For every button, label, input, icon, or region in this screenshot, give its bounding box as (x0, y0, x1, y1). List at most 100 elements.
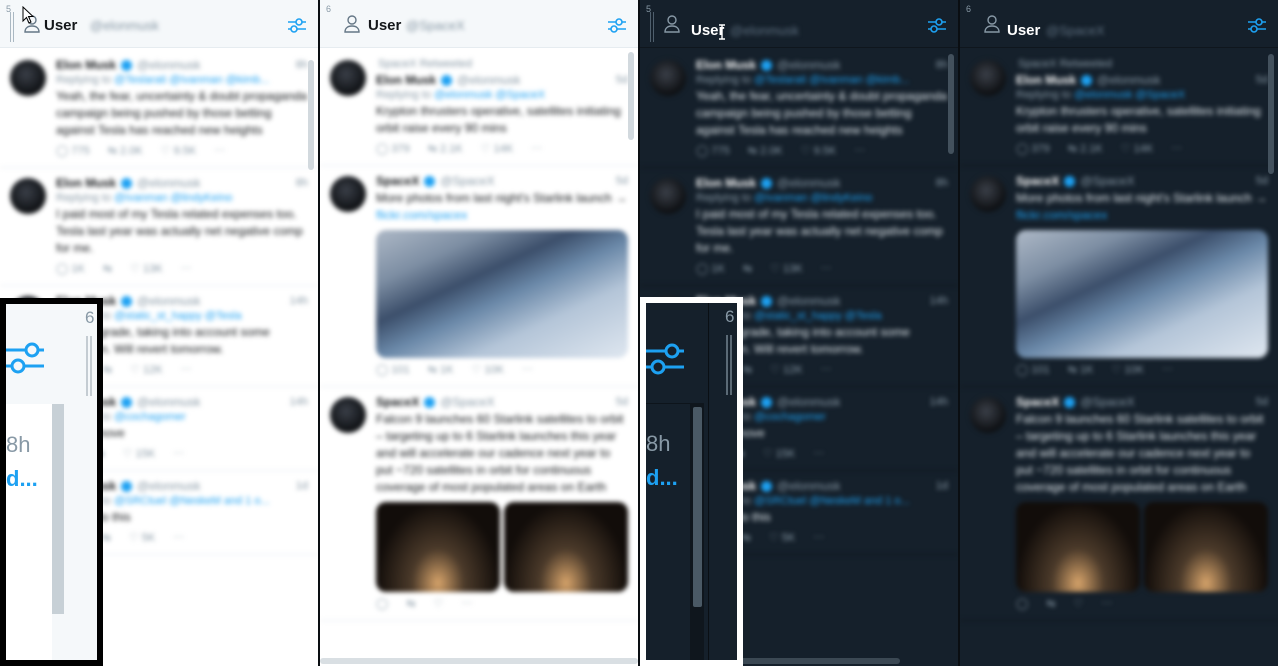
avatar[interactable] (330, 397, 366, 433)
tweet-author-name[interactable]: Elon Musk (56, 176, 116, 190)
like-action[interactable]: ♡ 10K (1111, 363, 1144, 376)
retweet-action[interactable]: ⇆ 1K (428, 363, 454, 376)
retweet-action[interactable]: ⇆ 1K (1068, 363, 1094, 376)
vertical-scrollbar[interactable] (948, 54, 954, 154)
like-action[interactable]: ♡ 12K (770, 363, 803, 376)
filter-sliders-icon[interactable] (926, 14, 948, 36)
zoom-scrollbar[interactable] (693, 407, 702, 607)
tweet[interactable]: SpaceX Retweeted Elon Musk @elonmusk 5d Repl… (320, 50, 638, 166)
more-icon[interactable]: ··· (214, 144, 225, 157)
more-icon[interactable]: ··· (813, 531, 824, 544)
zoom-drag-handle[interactable] (86, 336, 92, 396)
avatar[interactable] (970, 176, 1006, 212)
like-action[interactable]: ♡ 5K (769, 531, 795, 544)
more-icon[interactable]: ··· (173, 447, 184, 460)
tweet-photo[interactable] (376, 502, 500, 592)
more-icon[interactable]: ··· (461, 597, 472, 610)
like-action[interactable]: ♡ (434, 597, 444, 610)
tweet-time[interactable]: 8h (296, 177, 308, 189)
tweet-author-name[interactable]: Elon Musk (56, 58, 116, 72)
filter-sliders-icon[interactable] (646, 341, 686, 377)
retweet-action[interactable]: ⇆ 2.1K (1068, 142, 1103, 155)
reply-to-link[interactable]: @Teslarati @Ivanman @kimb... (114, 74, 269, 86)
tweet[interactable]: SpaceX @SpaceX 5d Falcon 9 launches 60 Star… (320, 387, 638, 621)
tweet-author-name[interactable]: Elon Musk (1016, 73, 1076, 87)
reply-action[interactable]: ◯ 775 (696, 144, 730, 157)
reply-to-link[interactable]: @Ivanman @lindyKeino (754, 192, 872, 204)
tweet-time[interactable]: 8h (936, 177, 948, 189)
more-icon[interactable]: ··· (813, 447, 824, 460)
tweet-time[interactable]: 5d (1256, 74, 1268, 86)
tweet-author-name[interactable]: Elon Musk (696, 176, 756, 190)
zoom-drag-handle[interactable] (726, 335, 732, 395)
retweet-action[interactable]: ⇆ (742, 531, 751, 544)
drag-handle[interactable] (650, 12, 654, 42)
vertical-scrollbar[interactable] (308, 60, 314, 170)
more-icon[interactable]: ··· (522, 363, 533, 376)
retweet-action[interactable]: ⇆ (743, 262, 752, 275)
like-action[interactable]: ♡ 14K (1121, 142, 1154, 155)
reply-to-link[interactable]: @static_st_happy @Tesla (754, 310, 882, 322)
reply-to-link[interactable]: @SRCtuel @NeskeM and 1 o... (114, 495, 270, 507)
more-icon[interactable]: ··· (1171, 142, 1182, 155)
tweet-photo[interactable] (376, 230, 628, 358)
like-action[interactable]: ♡ 13K (770, 262, 803, 275)
tweet-author-name[interactable]: SpaceX (376, 174, 419, 188)
vertical-scrollbar[interactable] (1268, 54, 1274, 174)
tweet-time[interactable]: 5d (1256, 396, 1268, 408)
tweet-time[interactable]: 5d (616, 396, 628, 408)
tweet-link[interactable]: flickr.com/spacex (1016, 208, 1107, 222)
like-action[interactable]: ♡ 5K (129, 531, 155, 544)
tweet[interactable]: Elon Musk @elonmusk 8h Replying to @Ivanman… (0, 168, 318, 286)
column-header[interactable]: 5 User @elonmusk (0, 0, 318, 48)
more-icon[interactable]: ··· (821, 363, 832, 376)
more-icon[interactable]: ··· (181, 262, 192, 275)
retweet-action[interactable]: ⇆ (1046, 597, 1055, 610)
tweet-time[interactable]: 8h (296, 59, 308, 71)
reply-to-link[interactable]: @elonmusk @SpaceX (434, 89, 545, 101)
reply-to-link[interactable]: @SRCtuel @NeskeM and 1 o... (754, 495, 910, 507)
more-icon[interactable]: ··· (181, 363, 192, 376)
tweet[interactable]: Elon Musk @elonmusk 8h Replying to @Ivanman… (640, 168, 958, 286)
tweet-time[interactable]: 5d (616, 175, 628, 187)
reply-action[interactable]: ◯ 101 (1016, 363, 1050, 376)
filter-sliders-icon[interactable] (6, 340, 46, 376)
tweet-author-name[interactable]: Elon Musk (696, 58, 756, 72)
tweet-time[interactable]: 1d (936, 480, 948, 492)
tweet[interactable]: SpaceX @SpaceX 5d Falcon 9 launches 60 Star… (960, 387, 1278, 621)
tweet-author-name[interactable]: Elon Musk (376, 73, 436, 87)
like-action[interactable]: ♡ 9.5K (801, 144, 837, 157)
tweet-photo[interactable] (1144, 502, 1268, 592)
reply-action[interactable]: ◯ (1016, 597, 1028, 610)
reply-action[interactable]: ◯ 379 (376, 142, 410, 155)
avatar[interactable] (330, 176, 366, 212)
tweet-time[interactable]: 14h (290, 396, 308, 408)
reply-to-link[interactable]: @Ivanman @lindyKeino (114, 192, 232, 204)
tweet-time[interactable]: 8h (936, 59, 948, 71)
like-action[interactable]: ♡ 9.5K (161, 144, 197, 157)
tweet-author-name[interactable]: SpaceX (1016, 395, 1059, 409)
vertical-scrollbar[interactable] (628, 52, 634, 140)
reply-action[interactable]: ◯ 775 (56, 144, 90, 157)
reply-to-link[interactable]: @static_st_happy @Tesla (114, 310, 242, 322)
tweet-photo-grid[interactable] (1016, 502, 1268, 592)
horizontal-scrollbar[interactable] (320, 658, 638, 664)
tweet-time[interactable]: 1d (296, 480, 308, 492)
like-action[interactable]: ♡ 15K (763, 447, 796, 460)
zoom-scrollbar[interactable] (52, 404, 64, 614)
more-icon[interactable]: ··· (1162, 363, 1173, 376)
tweet-time[interactable]: 5d (616, 74, 628, 86)
avatar[interactable] (330, 60, 366, 96)
column-header[interactable]: 5 User @elonmusk (640, 0, 958, 48)
like-action[interactable]: ♡ 10K (471, 363, 504, 376)
more-icon[interactable]: ··· (531, 142, 542, 155)
more-icon[interactable]: ··· (1101, 597, 1112, 610)
tweet-photo-grid[interactable] (376, 502, 628, 592)
retweet-action[interactable]: ⇆ (103, 262, 112, 275)
reply-action[interactable]: ◯ 1K (56, 262, 85, 275)
tweet-photo[interactable] (1016, 230, 1268, 358)
filter-sliders-icon[interactable] (606, 14, 628, 36)
like-action[interactable]: ♡ (1074, 597, 1084, 610)
horizontal-scrollbar[interactable] (740, 658, 900, 664)
retweet-action[interactable]: ⇆ (743, 363, 752, 376)
